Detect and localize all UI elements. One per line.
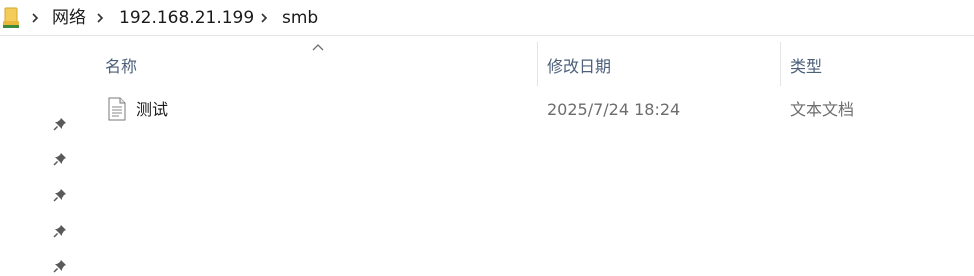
sort-ascending-icon[interactable] — [311, 42, 325, 52]
file-row[interactable]: 测试 2025/7/24 18:24 文本文档 — [96, 92, 974, 128]
pin-icon[interactable] — [52, 151, 68, 167]
column-divider[interactable] — [537, 42, 538, 86]
file-modified-date: 2025/7/24 18:24 — [547, 100, 681, 119]
breadcrumb-item-network[interactable]: 网络 — [52, 6, 86, 30]
breadcrumb-item-host[interactable]: 192.168.21.199 — [119, 6, 254, 30]
column-header-name[interactable]: 名称 — [105, 54, 137, 80]
column-header-type[interactable]: 类型 — [790, 54, 822, 80]
pin-icon[interactable] — [52, 258, 68, 274]
chevron-right-icon[interactable] — [30, 8, 40, 28]
column-divider[interactable] — [780, 42, 781, 86]
file-explorer-window: 网络 192.168.21.199 smb 名称 修改日期 类型 测试 2025… — [0, 0, 974, 276]
breadcrumb[interactable]: 网络 192.168.21.199 smb — [0, 0, 974, 36]
chevron-right-icon[interactable] — [259, 8, 269, 28]
pin-icon[interactable] — [52, 187, 68, 203]
column-header-modified[interactable]: 修改日期 — [547, 54, 611, 80]
breadcrumb-item-share[interactable]: smb — [282, 6, 318, 30]
pin-icon[interactable] — [52, 223, 68, 239]
file-type: 文本文档 — [790, 100, 855, 119]
chevron-right-icon[interactable] — [95, 8, 105, 28]
text-document-icon — [108, 97, 126, 121]
folder-icon[interactable] — [2, 5, 20, 29]
pin-icon[interactable] — [52, 116, 68, 132]
file-name[interactable]: 测试 — [136, 97, 168, 123]
